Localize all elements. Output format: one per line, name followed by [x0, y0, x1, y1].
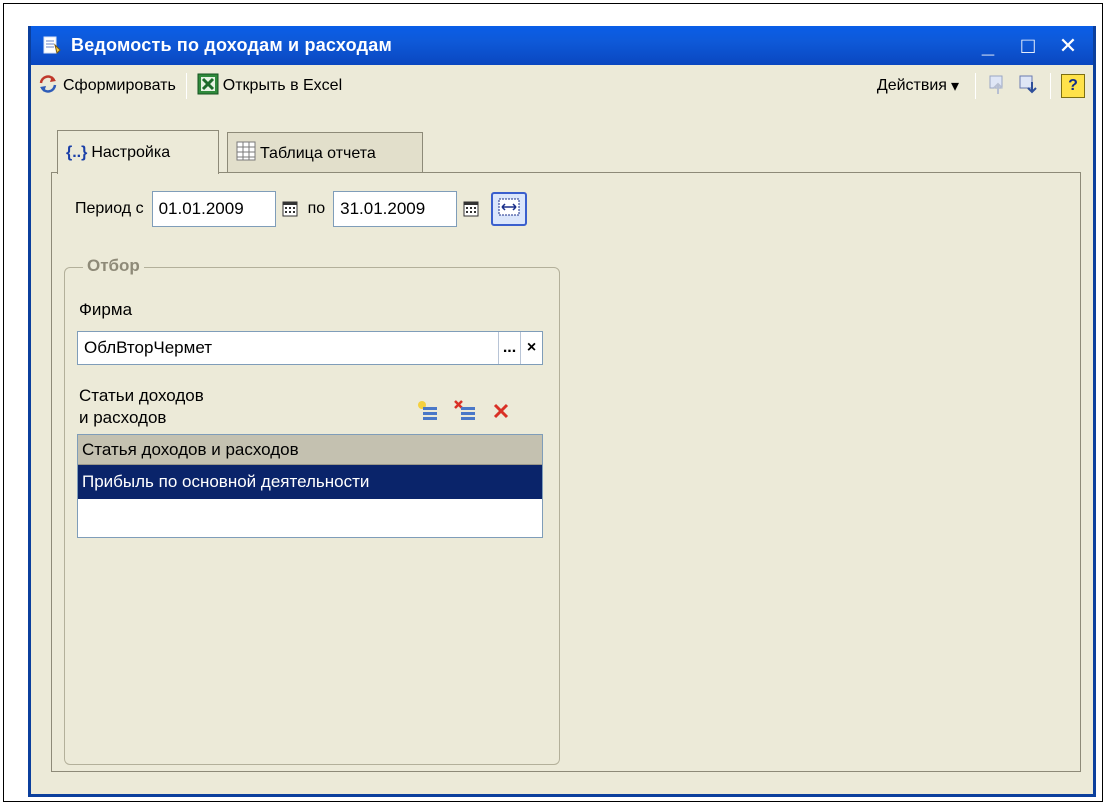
toolbar: Сформировать Открыть в Excel Действия ▾: [31, 65, 1093, 107]
open-excel-label: Открыть в Excel: [222, 77, 343, 94]
minimize-button[interactable]: _: [977, 33, 999, 58]
excel-icon: [197, 73, 219, 100]
report-window: Ведомость по доходам и расходам _ □ ✕ Сф…: [28, 26, 1096, 797]
period-range-icon: [498, 198, 520, 221]
calendar-icon[interactable]: [280, 191, 300, 227]
actions-label: Действия: [876, 77, 947, 94]
braces-icon: {..}: [66, 143, 88, 161]
toolbar-separator: [185, 73, 187, 99]
items-label-line2: и расходов: [79, 408, 167, 427]
filter-group-title: Отбор: [83, 256, 144, 276]
table-row-empty[interactable]: [78, 499, 542, 533]
table-header[interactable]: Статья доходов и расходов: [78, 435, 542, 465]
window-title: Ведомость по доходам и расходам: [71, 35, 392, 55]
settings-panel: Период с 01.01.2009 по 31.01.2009 Отбор …: [51, 172, 1081, 772]
close-button[interactable]: ✕: [1057, 33, 1079, 58]
actions-menu[interactable]: Действия ▾: [871, 71, 965, 101]
toolbar-separator: [1050, 73, 1051, 99]
move-up-icon[interactable]: [986, 72, 1010, 101]
move-down-icon[interactable]: [1016, 72, 1040, 101]
form-report-label: Сформировать: [63, 77, 176, 94]
maximize-button[interactable]: □: [1017, 33, 1039, 58]
firm-clear-button[interactable]: ×: [520, 332, 542, 364]
items-table: Статья доходов и расходов Прибыль по осн…: [77, 434, 543, 538]
form-report-button[interactable]: Сформировать: [31, 71, 182, 101]
title-bar[interactable]: Ведомость по доходам и расходам _ □ ✕: [31, 26, 1093, 65]
firm-field[interactable]: ОблВторЧермет ... ×: [77, 331, 543, 365]
items-label-line1: Статьи доходов: [79, 386, 204, 405]
delete-selected-icon[interactable]: [453, 399, 477, 428]
firm-label: Фирма: [79, 300, 133, 319]
period-row: Период с 01.01.2009 по 31.01.2009: [75, 191, 528, 227]
calendar-icon[interactable]: [461, 191, 481, 227]
period-to-label: по: [307, 200, 326, 217]
tab-report-table-label: Таблица отчета: [260, 144, 376, 162]
open-excel-button[interactable]: Открыть в Excel: [191, 71, 348, 101]
chevron-down-icon: ▾: [950, 78, 959, 95]
tab-settings-label: Настройка: [91, 143, 171, 161]
period-from-field[interactable]: 01.01.2009: [151, 191, 276, 227]
filter-group: Отбор Фирма ОблВторЧермет ... × Статьи д…: [64, 256, 560, 765]
list-tools: [415, 399, 511, 428]
toolbar-separator: [975, 73, 976, 99]
period-to-field[interactable]: 31.01.2009: [333, 191, 458, 227]
report-doc-icon: [41, 35, 63, 57]
firm-select-button[interactable]: ...: [498, 332, 520, 364]
delete-icon[interactable]: [491, 401, 511, 426]
table-icon: [236, 141, 256, 166]
firm-value: ОблВторЧермет: [84, 338, 212, 357]
tab-report-table[interactable]: Таблица отчета: [227, 132, 423, 174]
tab-settings[interactable]: {..} Настройка: [57, 130, 219, 174]
table-row[interactable]: Прибыль по основной деятельности: [78, 465, 542, 499]
period-from-label: Период с: [75, 200, 144, 217]
tabs-area: {..} Настройка Таблица отчета Период с 0…: [51, 130, 1081, 772]
help-button[interactable]: ?: [1061, 74, 1085, 98]
period-range-button[interactable]: [491, 192, 528, 226]
refresh-icon: [37, 73, 59, 100]
add-item-icon[interactable]: [415, 399, 439, 428]
